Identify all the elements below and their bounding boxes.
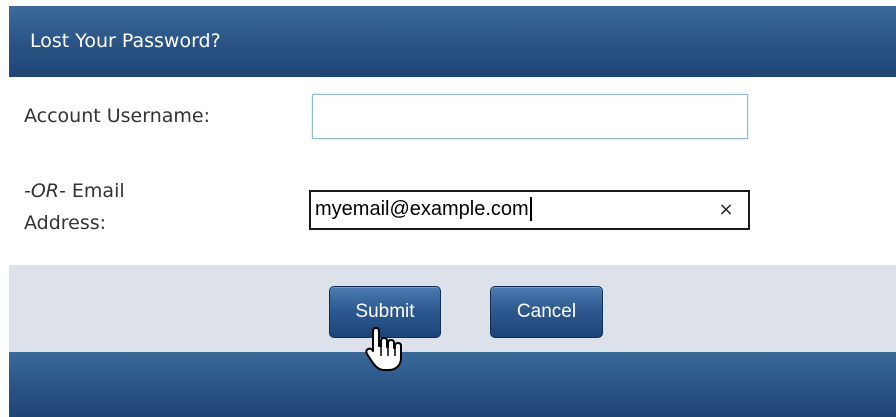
email-label: -OR- Email Address:	[24, 175, 224, 239]
email-label-text: Email	[65, 180, 125, 202]
email-value-text: myemail@example.com	[315, 198, 529, 220]
cancel-button[interactable]: Cancel	[490, 286, 603, 338]
email-label-or: -OR-	[24, 180, 66, 202]
dialog-title: Lost Your Password?	[30, 30, 221, 52]
button-bar: Submit Cancel	[9, 265, 896, 352]
form-area: Account Username: -OR- Email Address: my…	[9, 77, 896, 265]
username-label: Account Username:	[24, 105, 211, 127]
lost-password-dialog: Lost Your Password? Account Username: -O…	[0, 0, 896, 417]
email-field[interactable]: myemail@example.com ×	[309, 190, 750, 230]
email-input-value[interactable]: myemail@example.com	[315, 197, 532, 221]
dialog-header: Lost Your Password?	[9, 6, 896, 77]
close-icon[interactable]: ×	[716, 198, 736, 222]
hand-pointer-icon	[365, 327, 402, 371]
username-input[interactable]	[312, 94, 748, 139]
text-caret	[529, 197, 532, 221]
email-label-line2: Address:	[24, 212, 107, 234]
dialog-footer	[9, 352, 896, 417]
